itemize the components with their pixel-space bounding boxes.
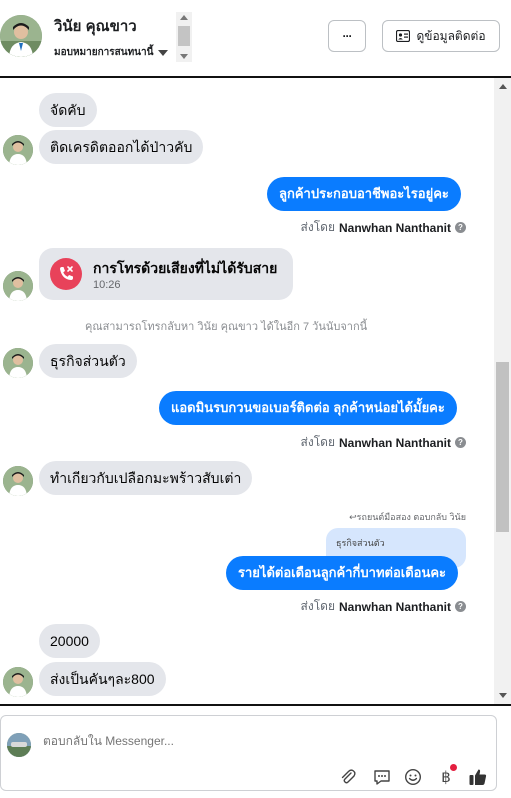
sent-by-line: ส่งโดย Nanwhan Nanthanit ? — [301, 218, 466, 237]
sender-name: Nanwhan Nanthanit — [338, 220, 451, 235]
contact-avatar[interactable] — [0, 15, 42, 57]
sender-avatar[interactable] — [3, 271, 33, 301]
incoming-message: ส่งเป็นคันๆละ800 — [39, 662, 166, 696]
scroll-thumb[interactable] — [496, 362, 509, 532]
scroll-down-arrow-icon[interactable] — [499, 693, 507, 698]
saved-replies-icon[interactable] — [372, 767, 392, 787]
reply-input[interactable] — [43, 734, 343, 748]
chevron-down-icon — [158, 49, 169, 56]
sent-by-prefix: ส่งโดย — [300, 220, 335, 234]
emoji-icon[interactable] — [403, 767, 423, 787]
incoming-message: 20000 — [39, 624, 100, 658]
call-time: 10:26 — [93, 279, 121, 291]
scroll-thumb[interactable] — [178, 26, 190, 46]
attachment-icon[interactable] — [338, 767, 358, 787]
view-contact-info-button[interactable]: ดูข้อมูลติดต่อ — [382, 20, 500, 52]
assign-conversation-dropdown[interactable]: มอบหมายการสนทนานี้ — [54, 45, 169, 60]
chat-scrollbar[interactable] — [494, 78, 511, 704]
missed-call-card[interactable]: การโทรด้วยเสียงที่ไม่ได้รับสาย 10:26 — [39, 248, 293, 300]
outgoing-message: แอดมินรบกวนขอเบอร์ติดต่อ ลุกค้าหน่อยได้ม… — [159, 391, 457, 425]
sent-by-line: ส่งโดย Nanwhan Nanthanit ? — [301, 597, 466, 616]
missed-call-icon — [50, 258, 82, 290]
more-options-button[interactable]: ··· — [328, 20, 366, 52]
sent-by-prefix: ส่งโดย — [300, 599, 335, 613]
notification-dot — [450, 764, 457, 771]
sender-name: Nanwhan Nanthanit — [338, 599, 451, 614]
incoming-message: ธุรกิจส่วนตัว — [39, 344, 137, 378]
thumbs-up-icon[interactable] — [468, 767, 488, 787]
call-title: การโทรด้วยเสียงที่ไม่ได้รับสาย — [93, 260, 278, 276]
incoming-message: ทำเกียวกับเปลือกมะพร้าวสับเต่า — [39, 461, 253, 495]
assign-label: มอบหมายการสนทนานี้ — [54, 47, 154, 58]
reply-context-label: ↩รถยนต์มือสอง ตอบกลับ วินัย — [349, 512, 466, 522]
sender-avatar[interactable] — [3, 466, 33, 496]
message-thread[interactable]: จัดคับ ติดเครดิตออกได้ป่าวคับ ลูกค้าประก… — [0, 78, 511, 704]
header-scrollbar[interactable] — [176, 12, 192, 62]
info-icon[interactable]: ? — [455, 601, 466, 612]
sender-avatar[interactable] — [3, 667, 33, 697]
payment-icon[interactable]: ฿ — [436, 764, 457, 787]
incoming-message: ติดเครดิตออกได้ป่าวคับ — [39, 130, 204, 164]
sender-name: Nanwhan Nanthanit — [338, 435, 451, 450]
sent-by-prefix: ส่งโดย — [300, 435, 335, 449]
sender-avatar[interactable] — [3, 135, 33, 165]
scroll-up-arrow-icon[interactable] — [499, 84, 507, 89]
contact-card-icon — [396, 30, 411, 42]
incoming-message: จัดคับ — [39, 93, 97, 127]
sent-by-line: ส่งโดย Nanwhan Nanthanit ? — [301, 433, 466, 452]
contact-name[interactable]: วินัย คุณขาว — [54, 14, 137, 38]
callback-notice: คุณสามารถโทรกลับหา วินัย คุณขาว ได้ในอีก… — [85, 321, 368, 333]
outgoing-message: ลูกค้าประกอบอาชีพอะไรอยู่คะ — [267, 177, 461, 211]
conversation-header: วินัย คุณขาว มอบหมายการสนทนานี้ ··· ดูข้… — [0, 0, 511, 76]
sender-avatar[interactable] — [3, 348, 33, 378]
info-icon[interactable]: ? — [455, 222, 466, 233]
scroll-up-arrow-icon[interactable] — [180, 15, 188, 20]
reply-composer: ฿ — [0, 706, 511, 798]
more-options-label: ··· — [342, 29, 353, 43]
info-icon[interactable]: ? — [455, 437, 466, 448]
scroll-down-arrow-icon[interactable] — [180, 54, 188, 59]
page-avatar — [7, 733, 31, 757]
composer-box[interactable]: ฿ — [0, 715, 497, 791]
view-contact-info-label: ดูข้อมูลติดต่อ — [416, 28, 486, 43]
outgoing-message: รายได้ต่อเดือนลูกค้ากี่บาทต่อเดือนคะ — [226, 556, 459, 590]
